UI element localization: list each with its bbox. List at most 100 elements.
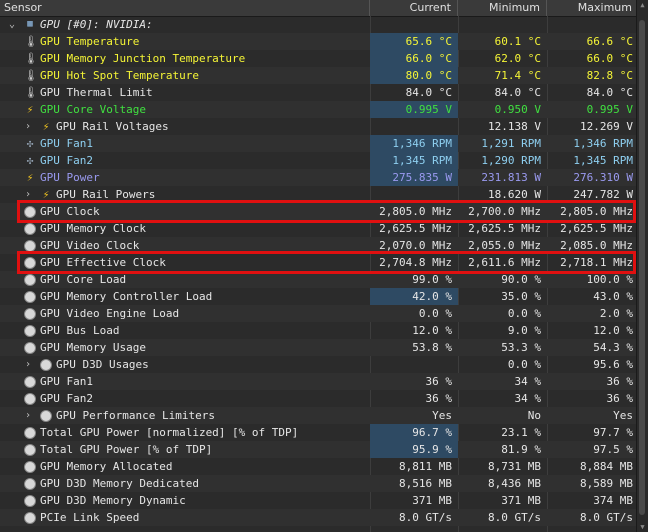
current-value: 2,070.0 MHz (379, 239, 452, 252)
maximum-value: 2.0 % (599, 307, 633, 320)
maximum-value (547, 16, 637, 33)
scroll-down-icon[interactable]: ▼ (637, 522, 648, 532)
minimum-value: 2,625.5 MHz (468, 222, 541, 235)
chevron-right-icon[interactable]: › (22, 118, 34, 135)
sensor-name-cell: GPU D3D Memory Dynamic (0, 492, 370, 509)
table-row[interactable]: GPU Fan1 36 % 34 % 36 % (0, 373, 637, 390)
sensor-name-cell: GPU Memory Clock (0, 220, 370, 237)
sensor-name-cell: ⚡ GPU Core Voltage (0, 101, 370, 118)
chevron-right-icon[interactable]: › (22, 356, 34, 373)
current-value: 275.835 W (370, 169, 458, 186)
table-row[interactable]: 🌡 GPU Memory Junction Temperature 66.0 °C 6… (0, 50, 637, 67)
table-row[interactable]: GPU Video Clock 2,070.0 MHz 2,055.0 MHz 2,0… (0, 237, 637, 254)
table-row[interactable]: ✣ GPU Fan1 1,346 RPM 1,291 RPM 1,346 RPM (0, 135, 637, 152)
clock-icon (24, 325, 36, 337)
table-row[interactable]: Total GPU Power [normalized] [% of TDP] 9… (0, 424, 637, 441)
chevron-right-icon[interactable]: › (22, 407, 34, 424)
table-row[interactable]: GPU D3D Memory Dedicated 8,516 MB 8,436 MB… (0, 475, 637, 492)
clock-icon (24, 257, 36, 269)
lightning-icon: ⚡ (26, 171, 34, 184)
sensor-label: GPU Temperature (40, 35, 140, 48)
current-value: 53.8 % (412, 341, 452, 354)
scrollbar-thumb[interactable] (639, 20, 645, 515)
sensor-label: GPU Rail Voltages (56, 120, 169, 133)
minimum-value: 0.0 % (507, 307, 541, 320)
table-row[interactable]: 🌡 GPU Thermal Limit 84.0 °C 84.0 °C 84.0 °C (0, 84, 637, 101)
table-row[interactable]: › ⚡ GPU Rail Voltages 12.138 V 12.269 V (0, 118, 637, 135)
table-row[interactable]: GPU Fan2 36 % 34 % 36 % (0, 390, 637, 407)
clock-icon (24, 223, 36, 235)
minimum-value: 34 % (514, 392, 542, 405)
sensor-label: GPU Core Load (40, 273, 127, 286)
minimum-value: 84.0 °C (494, 86, 541, 99)
table-row[interactable]: GPU Memory Clock 2,625.5 MHz 2,625.5 MHz 2,… (0, 220, 637, 237)
table-row[interactable]: GPU Video Engine Load 0.0 % 0.0 % 2.0 % (0, 305, 637, 322)
fan-icon: ✣ (26, 154, 34, 167)
chevron-right-icon[interactable]: › (22, 186, 34, 203)
clock-icon (24, 512, 36, 524)
table-row[interactable]: ⚡ GPU Core Voltage 0.995 V 0.950 V 0.995 V (0, 101, 637, 118)
table-row[interactable]: 🌡 GPU Temperature 65.6 °C 60.1 °C 66.6 °C (0, 33, 637, 50)
column-header-current[interactable]: Current (370, 0, 458, 16)
clock-icon (24, 478, 36, 490)
sensor-name-cell: 🌡 GPU Memory Junction Temperature (0, 50, 370, 67)
table-row[interactable]: Total GPU Power [% of TDP] 95.9 % 81.9 % 97… (0, 441, 637, 458)
maximum-value: 247.782 W (573, 188, 633, 201)
lightning-icon: ⚡ (42, 120, 50, 133)
table-row[interactable]: › GPU D3D Usages 0.0 % 95.6 % (0, 356, 637, 373)
maximum-value: 8.0 GT/s (580, 511, 633, 524)
minimum-value: 8,731 MB (488, 460, 541, 473)
table-row[interactable]: › ⚡ GPU Rail Powers 18.620 W 247.782 W (0, 186, 637, 203)
minimum-value: 35.0 % (501, 290, 541, 303)
current-value (370, 356, 458, 373)
table-row[interactable]: GPU Memory Controller Load 42.0 % 35.0 % 43… (0, 288, 637, 305)
minimum-value: 34 % (514, 375, 542, 388)
table-row[interactable]: GPU D3D Memory Dynamic 371 MB 371 MB 374 MB (0, 492, 637, 509)
maximum-value: 84.0 °C (586, 86, 633, 99)
sensor-name-cell: 🌡 GPU Thermal Limit (0, 84, 370, 101)
column-header-minimum[interactable]: Minimum (458, 0, 547, 16)
table-row[interactable]: GPU Core Load 99.0 % 90.0 % 100.0 % (0, 271, 637, 288)
sensor-label: GPU Clock (40, 205, 100, 218)
minimum-value: 0.950 V (494, 103, 541, 116)
table-row[interactable]: GPU Clock 2,805.0 MHz 2,700.0 MHz 2,805.0 M… (0, 203, 637, 220)
sensor-label: GPU Hot Spot Temperature (40, 69, 199, 82)
minimum-value: 90.0 % (501, 273, 541, 286)
sensor-name-cell: › ⚡ GPU Rail Powers (0, 186, 370, 203)
sensor-name-cell: GPU Video Clock (0, 237, 370, 254)
table-row[interactable]: ✣ GPU Fan2 1,345 RPM 1,290 RPM 1,345 RPM (0, 152, 637, 169)
table-row[interactable]: GPU Bus Load 12.0 % 9.0 % 12.0 % (0, 322, 637, 339)
maximum-value: 2,085.0 MHz (560, 239, 633, 252)
table-row[interactable]: GPU Memory Usage 53.8 % 53.3 % 54.3 % (0, 339, 637, 356)
sensor-name-cell: GPU Memory Controller Load (0, 288, 370, 305)
sensor-label: GPU Memory Junction Temperature (40, 52, 246, 65)
scroll-up-icon[interactable]: ▲ (637, 0, 648, 10)
minimum-value: 81.9 % (501, 443, 541, 456)
maximum-value: 97.5 % (593, 443, 633, 456)
maximum-value: 100.0 % (586, 273, 633, 286)
sensor-label: GPU D3D Memory Dedicated (40, 477, 199, 490)
current-value: 36 % (425, 375, 453, 388)
column-header-maximum[interactable]: Maximum (547, 0, 637, 16)
maximum-value: 8,589 MB (580, 477, 633, 490)
table-row[interactable]: ⚡ GPU Power 275.835 W 231.813 W 276.310 W (0, 169, 637, 186)
column-header-sensor[interactable]: Sensor (0, 0, 370, 16)
table-row[interactable]: GPU Memory Allocated 8,811 MB 8,731 MB 8,88… (0, 458, 637, 475)
minimum-value: No (527, 409, 541, 422)
current-value: 66.0 °C (370, 50, 458, 67)
chevron-down-icon[interactable]: ⌄ (6, 16, 18, 33)
minimum-value: 23.1 % (501, 426, 541, 439)
maximum-value: 8,884 MB (580, 460, 633, 473)
table-row[interactable]: PCIe Link Speed 8.0 GT/s 8.0 GT/s 8.0 GT/s (0, 509, 637, 526)
table-row[interactable]: › GPU Performance Limiters Yes No Yes (0, 407, 637, 424)
table-row[interactable]: GPU Effective Clock 2,704.8 MHz 2,611.6 MH… (0, 254, 637, 271)
current-value: 0.0 % (418, 307, 452, 320)
table-row[interactable]: ⌄ ▦ GPU [#0]: NVIDIA: (0, 16, 637, 33)
minimum-value: 8.0 GT/s (488, 511, 541, 524)
minimum-value: 12.138 V (488, 120, 541, 133)
vertical-scrollbar[interactable]: ▲ ▼ (636, 0, 648, 532)
maximum-value: 43.0 % (593, 290, 633, 303)
sensor-name-cell: Total GPU Power [% of TDP] (0, 441, 370, 458)
table-row[interactable]: 🌡 GPU Hot Spot Temperature 80.0 °C 71.4 °C 8… (0, 67, 637, 84)
maximum-value: 66.0 °C (586, 52, 633, 65)
